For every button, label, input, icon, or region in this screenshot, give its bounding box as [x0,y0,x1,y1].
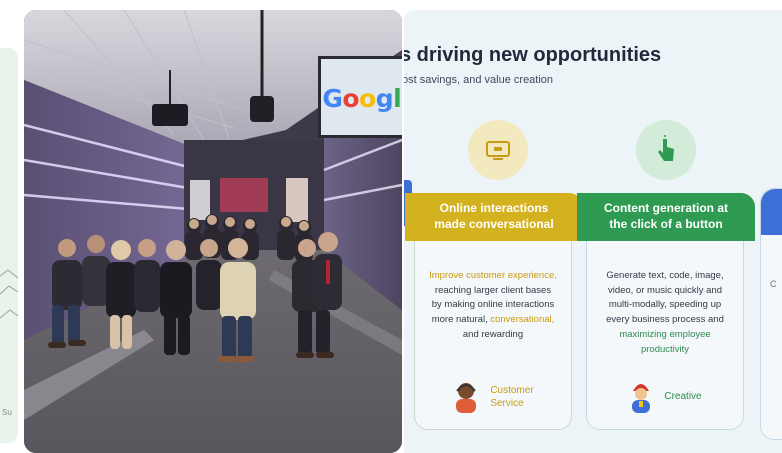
card-next-fragment: C [760,188,782,440]
google-logo-letter: e [401,86,402,111]
card-online-interactions: Online interactions made conversational … [405,193,583,430]
body-text: and rewarding [462,328,524,340]
persona-customer-service: Customer Service [415,381,571,413]
card-heading: Online interactions made conversational [405,193,583,241]
slide-title: s driving new opportunities [404,44,662,66]
card-next-heading [761,189,782,235]
chat-screen-icon [468,120,528,180]
google-display-screen: Google [318,56,402,138]
body-highlight: conversational, [490,314,555,326]
slide-subtitle: ost savings, and value creation [404,74,554,86]
google-logo-letter: g [375,83,394,113]
card-body: Improve customer experience, reaching la… [429,269,557,343]
card-next-text: C [770,279,777,289]
persona-label: Creative [664,391,702,403]
card-heading-line: made conversational [434,217,554,231]
persona-label: Service [490,398,524,409]
google-logo-letter: o [359,83,376,113]
persona-creative: Creative [587,381,743,413]
presentation-slide: s driving new opportunities ost savings,… [404,10,782,453]
card-heading-line: Content generation at [603,201,728,216]
customer-service-avatar-icon [456,383,477,413]
body-text: Generate text, code, image, video, or mu… [606,270,724,326]
google-logo-letter: G [322,83,343,113]
left-slide-fragment: Su [0,48,18,443]
card-heading-line: the click of a button [609,217,723,231]
card-heading: Content generation at the click of a but… [577,193,755,241]
body-highlight: maximizing employee productivity [619,328,711,355]
card-heading-line: Online interactions [439,201,549,216]
google-logo: Google [322,86,402,111]
card-body: Generate text, code, image, video, or mu… [601,269,729,357]
body-highlight: Improve customer experience, [429,270,557,281]
left-fragment-label: Su [2,408,12,417]
pointer-click-icon [636,120,696,180]
persona-label: Customer [490,384,534,396]
card-content-generation: Content generation at the click of a but… [577,193,755,430]
event-photo: Google [24,10,402,453]
creative-avatar-icon [632,384,651,413]
google-logo-letter: l [393,83,402,113]
google-logo-letter: o [342,83,360,113]
left-chart-fragment [0,269,18,319]
